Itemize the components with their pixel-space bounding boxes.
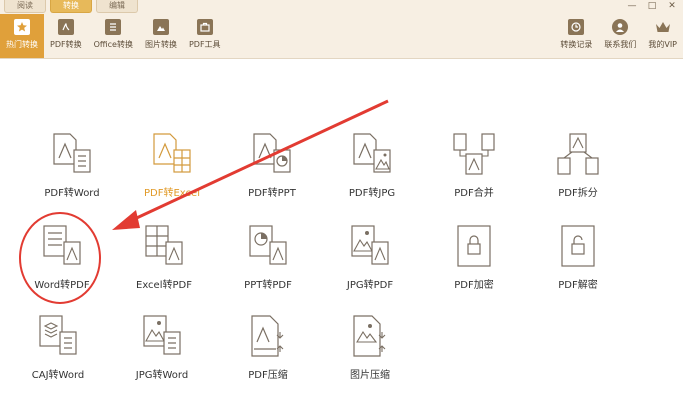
ppt-to-pdf-icon xyxy=(249,225,287,265)
tool-label: PPT转PDF xyxy=(244,280,292,291)
pdf-merge-icon xyxy=(453,133,495,175)
pdf-split-icon xyxy=(557,133,599,175)
tab-edit[interactable]: 编辑 xyxy=(96,0,138,13)
tab-read[interactable]: 阅读 xyxy=(4,0,46,13)
tool-word-to-pdf[interactable]: Word转PDF xyxy=(22,224,102,310)
crown-icon xyxy=(655,19,671,35)
tool-label: PDF解密 xyxy=(558,280,598,291)
nav-label: 转换记录 xyxy=(560,40,593,49)
window-controls: — □ ✕ xyxy=(625,0,679,12)
nav-my-vip[interactable]: 我的VIP xyxy=(642,14,683,58)
nav-image-convert[interactable]: 图片转换 xyxy=(139,14,183,58)
caj-to-word-icon xyxy=(39,315,77,355)
pdf-compress-icon xyxy=(251,315,284,357)
tool-jpg-to-word[interactable]: JPG转Word xyxy=(122,314,202,400)
window-tabs: 阅读 转换 编辑 xyxy=(0,0,138,13)
tab-convert[interactable]: 转换 xyxy=(50,0,92,13)
star-icon xyxy=(14,19,30,35)
nav-convert-history[interactable]: 转换记录 xyxy=(554,14,598,58)
excel-to-pdf-icon xyxy=(145,225,183,265)
tool-label: PDF合并 xyxy=(454,188,494,199)
maximize-button[interactable]: □ xyxy=(645,0,659,12)
pdf-to-ppt-icon xyxy=(253,133,291,173)
pdf-encrypt-icon xyxy=(457,225,491,267)
close-button[interactable]: ✕ xyxy=(665,0,679,12)
nav-label: 联系我们 xyxy=(604,40,637,49)
nav-label: Office转换 xyxy=(93,40,133,49)
image-compress-icon xyxy=(353,315,386,357)
tool-label: PDF转JPG xyxy=(348,188,396,199)
tool-label: PDF转PPT xyxy=(248,188,296,199)
word-to-pdf-icon xyxy=(43,225,81,265)
pdf-to-excel-icon xyxy=(153,133,191,173)
tool-label: 图片压缩 xyxy=(350,370,390,381)
tool-label: PDF转Word xyxy=(44,188,100,199)
tool-label: PDF转Excel xyxy=(144,188,200,199)
tool-label: Word转PDF xyxy=(34,280,90,291)
nav-label: 热门转换 xyxy=(6,40,38,49)
tool-label: PDF加密 xyxy=(454,280,494,291)
pdf-to-jpg-icon xyxy=(353,133,391,173)
minimize-button[interactable]: — xyxy=(625,0,639,12)
nav-label: 图片转换 xyxy=(144,40,177,49)
image-file-icon xyxy=(152,19,169,35)
jpg-to-pdf-icon xyxy=(351,225,389,265)
tool-pdf-encrypt[interactable]: PDF加密 xyxy=(434,224,514,310)
tool-ppt-to-pdf[interactable]: PPT转PDF xyxy=(228,224,308,310)
secondary-nav: 转换记录 联系我们 我的VIP xyxy=(554,14,683,58)
clock-icon xyxy=(568,19,585,35)
tool-pdf-merge[interactable]: PDF合并 xyxy=(434,132,514,218)
app-toolbar: 阅读 转换 编辑 — □ ✕ 热门转换 PDF转换 Office转换 图片转换 … xyxy=(0,0,683,59)
tool-label: PDF拆分 xyxy=(558,188,598,199)
pdf-to-word-icon xyxy=(53,133,91,173)
jpg-to-word-icon xyxy=(143,315,181,355)
office-doc-icon xyxy=(105,19,122,35)
tool-excel-to-pdf[interactable]: Excel转PDF xyxy=(124,224,204,310)
nav-label: 我的VIP xyxy=(648,40,677,49)
support-agent-icon xyxy=(612,19,629,35)
nav-pdf-convert[interactable]: PDF转换 xyxy=(44,14,88,58)
tool-label: Excel转PDF xyxy=(136,280,192,291)
tool-caj-to-word[interactable]: CAJ转Word xyxy=(18,314,98,400)
pdf-file-icon xyxy=(57,19,74,35)
nav-contact-us[interactable]: 联系我们 xyxy=(598,14,642,58)
tool-image-compress[interactable]: 图片压缩 xyxy=(330,314,410,400)
tool-pdf-to-ppt[interactable]: PDF转PPT xyxy=(232,132,312,218)
nav-label: PDF工具 xyxy=(188,40,221,49)
pdf-decrypt-icon xyxy=(561,225,595,267)
tool-jpg-to-pdf[interactable]: JPG转PDF xyxy=(330,224,410,310)
tool-pdf-compress[interactable]: PDF压缩 xyxy=(228,314,308,400)
tool-pdf-to-jpg[interactable]: PDF转JPG xyxy=(332,132,412,218)
tool-pdf-to-excel[interactable]: PDF转Excel xyxy=(132,132,212,218)
tool-pdf-to-word[interactable]: PDF转Word xyxy=(32,132,112,218)
tool-label: JPG转PDF xyxy=(346,280,394,291)
tool-label: PDF压缩 xyxy=(248,370,288,381)
nav-pdf-tools[interactable]: PDF工具 xyxy=(183,14,227,58)
tool-pdf-decrypt[interactable]: PDF解密 xyxy=(538,224,618,310)
nav-hot-convert[interactable]: 热门转换 xyxy=(0,14,44,58)
tool-label: JPG转Word xyxy=(135,370,189,381)
tool-pdf-split[interactable]: PDF拆分 xyxy=(538,132,618,218)
toolbox-icon xyxy=(196,19,213,35)
nav-office-convert[interactable]: Office转换 xyxy=(88,14,139,58)
main-nav: 热门转换 PDF转换 Office转换 图片转换 PDF工具 xyxy=(0,14,227,58)
nav-label: PDF转换 xyxy=(50,40,82,49)
tool-label: CAJ转Word xyxy=(31,370,85,381)
